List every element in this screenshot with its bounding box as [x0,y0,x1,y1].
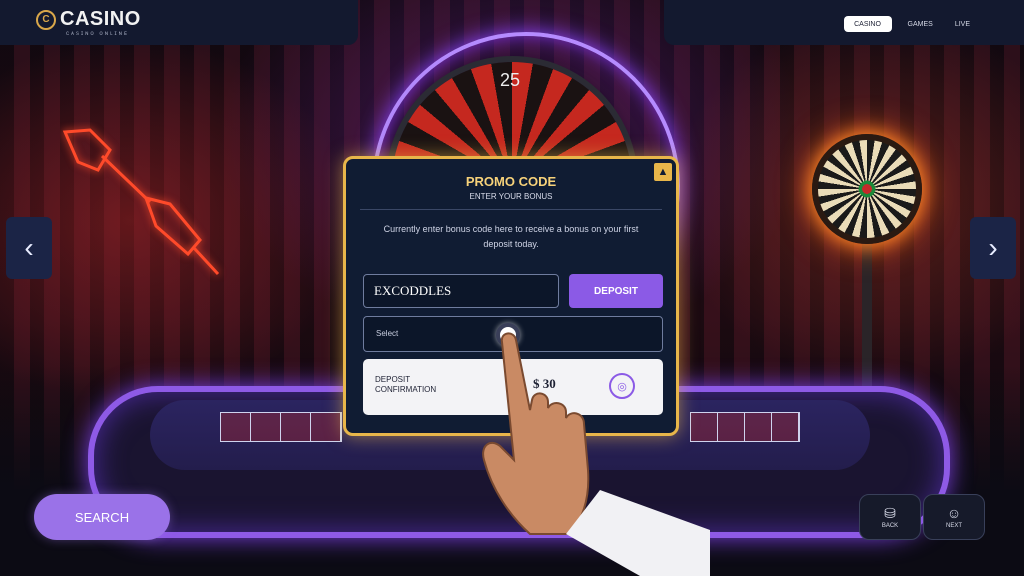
search-button[interactable]: SEARCH [34,494,170,540]
confirm-label-line2: CONFIRMATION [375,385,437,394]
wheel-number: 25 [500,70,521,90]
modal-title: PROMO CODE [465,174,557,189]
dartboard-icon [812,134,922,244]
chip-stack-icon: ⛁ [884,504,896,521]
dealer-icon: ☺ [946,504,962,521]
nav-link-games[interactable]: GAMES [902,21,939,28]
nav-link-live[interactable]: LIVE [949,21,976,28]
confirm-label: DEPOSIT CONFIRMATION [375,375,436,395]
tool-button-next-label: NEXT [945,522,962,529]
prev-arrow-button[interactable]: ‹ [6,217,52,279]
logo-text: CASINO [60,8,141,30]
tool-button-back[interactable]: ⛁ BACK [859,494,921,540]
header-left: C CASINO ᴄᴀsɪɴᴏ ᴏɴʟɪɴᴇ [0,0,358,45]
pointing-hand-icon [482,332,710,576]
nav-button-casino[interactable]: CASINO [843,16,892,32]
promo-code-input[interactable] [363,274,559,308]
logo[interactable]: C CASINO [36,8,141,31]
logo-subtitle: ᴄᴀsɪɴᴏ ᴏɴʟɪɴᴇ [66,31,129,37]
top-nav: CASINO GAMES LIVE [843,16,976,32]
modal-description: Currently enter bonus code here to recei… [383,224,639,249]
header-right: CASINO GAMES LIVE [664,0,1024,45]
next-arrow-button[interactable]: › [970,217,1016,279]
bet-grid-left [220,412,342,442]
dartboard-stand [862,244,872,394]
neon-dart-icon [62,128,220,276]
modal-subtitle: ENTER YOUR BONUS [469,192,553,201]
deposit-button[interactable]: DEPOSIT [569,274,663,308]
modal-divider [360,209,662,210]
dartboard [812,134,922,244]
select-label: Select [376,329,399,338]
confirm-label-line1: DEPOSIT [375,375,411,384]
tool-button-next[interactable]: ☺ NEXT [923,494,985,540]
casino-chip-icon: C [36,9,56,30]
tool-button-back-label: BACK [881,522,899,529]
